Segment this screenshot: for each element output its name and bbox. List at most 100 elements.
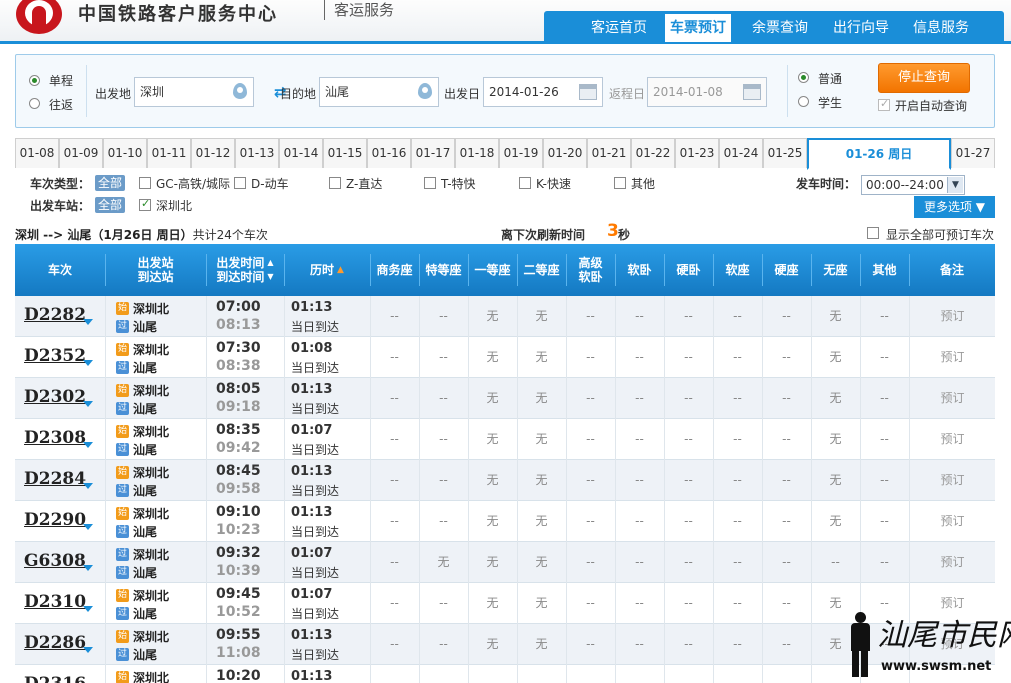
col-train-no[interactable]: 车次	[15, 244, 105, 296]
calendar-icon[interactable]	[579, 84, 597, 100]
to-station: 汕尾	[133, 607, 158, 621]
radio-one-way[interactable]	[29, 75, 40, 86]
train-type-all-button[interactable]: 全部	[95, 175, 126, 191]
book-button[interactable]: 预订	[910, 419, 995, 460]
date-tab[interactable]: 01-23	[675, 138, 719, 168]
return-date-input[interactable]: 2014-01-08	[647, 77, 767, 107]
date-tab[interactable]: 01-13	[235, 138, 279, 168]
train-number-link[interactable]: D2352	[24, 346, 86, 366]
nav-ticket-booking[interactable]: 车票预订	[665, 14, 731, 42]
chevron-down-icon[interactable]	[83, 360, 93, 366]
date-tab[interactable]: 01-08	[15, 138, 59, 168]
depart-date-input[interactable]: 2014-01-26	[483, 77, 603, 107]
show-all-checkbox[interactable]	[867, 227, 879, 239]
chevron-down-icon[interactable]	[83, 524, 93, 530]
chevron-down-icon[interactable]	[83, 606, 93, 612]
book-button[interactable]: 预订	[910, 460, 995, 501]
date-tab[interactable]: 01-25	[763, 138, 807, 168]
date-tab[interactable]: 01-11	[147, 138, 191, 168]
book-button[interactable]: 预订	[910, 296, 995, 337]
radio-round-trip[interactable]	[29, 98, 40, 109]
chevron-down-icon[interactable]	[83, 647, 93, 653]
date-tab[interactable]: 01-09	[59, 138, 103, 168]
from-station: 深圳北	[133, 671, 170, 683]
seat-availability: --	[439, 309, 448, 323]
from-station-input[interactable]: 深圳	[134, 77, 254, 107]
book-button[interactable]: 预订	[910, 501, 995, 542]
calendar-icon[interactable]	[743, 84, 761, 100]
more-options-label: 更多选项	[923, 200, 972, 214]
seat-availability: --	[390, 432, 399, 446]
date-tab[interactable]: 01-10	[103, 138, 147, 168]
cell-divider	[284, 378, 285, 419]
nav-remaining-tickets[interactable]: 余票查询	[747, 14, 813, 42]
date-tab[interactable]: 01-22	[631, 138, 675, 168]
train-number-link[interactable]: D2290	[24, 510, 86, 530]
nav-home[interactable]: 客运首页	[586, 14, 652, 42]
seat-availability: --	[733, 555, 742, 569]
type-z-checkbox[interactable]	[329, 177, 341, 189]
col-duration[interactable]: 历时 ▲	[284, 244, 370, 296]
stop-query-button[interactable]: 停止查询	[878, 63, 970, 93]
date-tab[interactable]: 01-27	[951, 138, 995, 168]
book-button[interactable]: 预订	[910, 337, 995, 378]
type-other-checkbox[interactable]	[614, 177, 626, 189]
nav-travel-guide[interactable]: 出行向导	[828, 14, 894, 42]
radio-student[interactable]	[798, 96, 809, 107]
col-hard-seat: 硬座	[762, 244, 811, 296]
table-row: D2308 始深圳北过汕尾 08:35 09:42 01:07 当日到达 -- -- 无 无 -- -…	[15, 419, 995, 460]
radio-adult[interactable]	[798, 72, 809, 83]
chevron-down-icon[interactable]	[83, 442, 93, 448]
to-station-input[interactable]: 汕尾	[319, 77, 439, 107]
station-all-button[interactable]: 全部	[95, 197, 126, 213]
date-tab[interactable]: 01-18	[455, 138, 499, 168]
train-count: 共计24个车次	[192, 228, 268, 242]
date-tab[interactable]: 01-12	[191, 138, 235, 168]
chevron-down-icon[interactable]	[83, 483, 93, 489]
train-number-link[interactable]: D2282	[24, 305, 86, 325]
railway-logo[interactable]	[16, 0, 62, 34]
train-number-link[interactable]: D2310	[24, 592, 86, 612]
type-t-checkbox[interactable]	[424, 177, 436, 189]
depart-time: 09:55	[216, 627, 261, 643]
type-gc-checkbox[interactable]	[139, 177, 151, 189]
chevron-down-icon[interactable]	[83, 401, 93, 407]
date-tab[interactable]: 01-15	[323, 138, 367, 168]
train-number-link[interactable]: D2302	[24, 387, 86, 407]
date-tab[interactable]: 01-19	[499, 138, 543, 168]
location-pin-icon[interactable]	[233, 83, 247, 99]
chevron-down-icon[interactable]	[83, 319, 93, 325]
date-tab[interactable]: 01-17	[411, 138, 455, 168]
train-number-link[interactable]: D2286	[24, 633, 86, 653]
seat-availability: --	[635, 350, 644, 364]
col-times[interactable]: 出发时间 到达时间 ▲ ▼	[206, 244, 284, 296]
chevron-down-icon[interactable]	[83, 565, 93, 571]
auto-query-checkbox[interactable]	[878, 97, 890, 111]
to-station: 汕尾	[133, 566, 158, 580]
date-tab[interactable]: 01-14	[279, 138, 323, 168]
station-shenzhenbei-checkbox[interactable]	[139, 197, 151, 211]
depart-time-select[interactable]: 00:00--24:00 ▼	[861, 175, 965, 195]
train-number-link[interactable]: G6308	[24, 551, 86, 571]
seat-availability: --	[831, 555, 840, 569]
date-tab[interactable]: 01-21	[587, 138, 631, 168]
student-label: 学生	[818, 96, 843, 110]
station-tag-icon: 过	[116, 443, 129, 456]
book-button[interactable]: 预订	[910, 378, 995, 419]
from-station: 深圳北	[133, 507, 170, 521]
date-tab[interactable]: 01-24	[719, 138, 763, 168]
col-stations[interactable]: 出发站 到达站	[105, 244, 206, 296]
type-d-checkbox[interactable]	[234, 177, 246, 189]
location-pin-icon[interactable]	[418, 83, 432, 99]
type-k-checkbox[interactable]	[519, 177, 531, 189]
nav-info-service[interactable]: 信息服务	[908, 14, 974, 42]
date-tab[interactable]: 01-20	[543, 138, 587, 168]
date-tab-active[interactable]: 01-26 周日	[807, 138, 951, 170]
col-business: 商务座	[370, 244, 419, 296]
train-number-link[interactable]: D2284	[24, 469, 86, 489]
date-tab[interactable]: 01-16	[367, 138, 411, 168]
train-number-link[interactable]: D2316	[24, 674, 86, 683]
book-button[interactable]: 预订	[910, 542, 995, 583]
train-number-link[interactable]: D2308	[24, 428, 86, 448]
more-options-button[interactable]: 更多选项 ▼	[914, 196, 995, 218]
